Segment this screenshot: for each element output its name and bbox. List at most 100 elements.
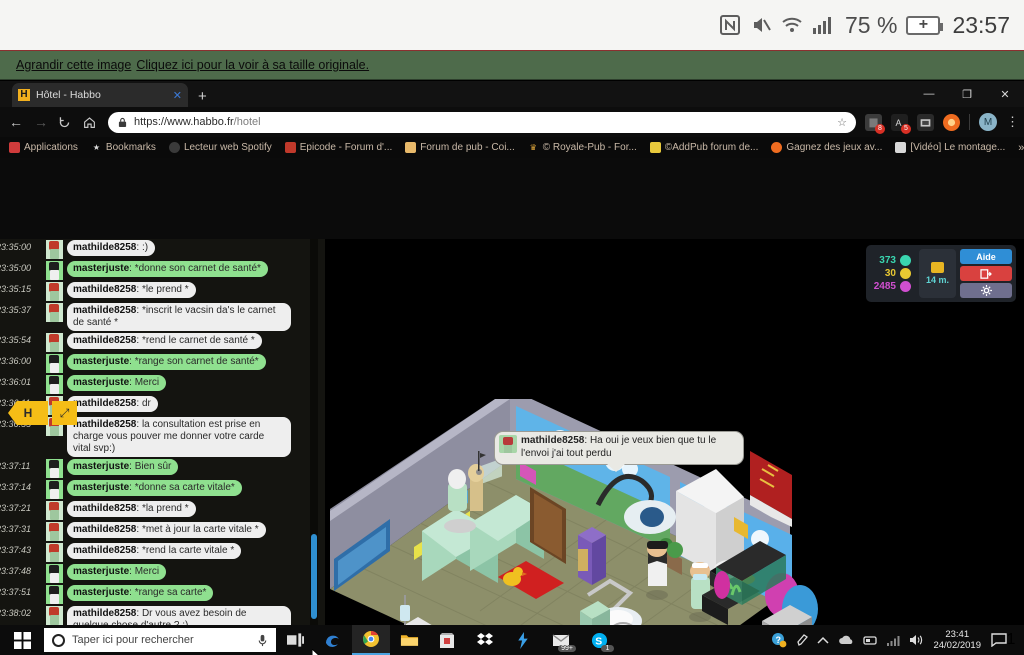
chat-message: *le prend *	[141, 284, 189, 295]
address-bar[interactable]: https://www.habbo.fr/hotel ☆	[108, 111, 856, 133]
ext-grammar-icon[interactable]: A 5	[891, 113, 911, 134]
action-center-icon[interactable]: 1	[990, 625, 1016, 655]
browser-tab-habbo[interactable]: H Hôtel - Habbo ✕	[12, 83, 188, 107]
close-tab-button[interactable]: ✕	[173, 89, 182, 102]
chevron-up-icon[interactable]	[817, 636, 829, 645]
forward-icon[interactable]: →	[33, 114, 49, 130]
chat-scrollbar[interactable]	[310, 239, 318, 655]
maximize-button[interactable]: ❐	[948, 81, 986, 107]
currency-credits[interactable]: 30	[874, 268, 911, 279]
chat-timestamp: 23:38:02	[0, 608, 32, 618]
skype-icon[interactable]: S 1	[580, 625, 618, 655]
windows-taskbar: Taper ici pour rechercher 99+ S 1 ? 23:4…	[0, 625, 1024, 655]
chat-log-panel[interactable]: 23:35:00 mathilde8258: :) 23:35:00 masterju…	[0, 239, 325, 655]
pen-tray-icon[interactable]	[796, 633, 809, 647]
chat-log-row[interactable]: 23:35:00 mathilde8258: :)	[0, 239, 325, 260]
chat-log-row[interactable]: 23:37:21 mathilde8258: *la prend *	[0, 500, 325, 521]
reload-icon[interactable]	[58, 116, 74, 129]
bookmark-item[interactable]: ©AddPub forum de...	[649, 142, 759, 153]
taskbar-search-box[interactable]: Taper ici pour rechercher	[44, 628, 276, 652]
new-tab-button[interactable]: +	[198, 88, 207, 105]
chat-log-row[interactable]: 23:35:37 mathilde8258: *inscrit le vacsin…	[0, 302, 325, 332]
ext-capture-icon[interactable]	[917, 113, 934, 131]
enlarge-image-link[interactable]: Agrandir cette image	[16, 58, 131, 72]
chat-log-row[interactable]: 23:36:00 masterjuste: *range son carnet d…	[0, 353, 325, 374]
bookmark-label: © Royale-Pub - For...	[542, 142, 637, 153]
usb-icon[interactable]	[863, 635, 878, 646]
chat-log-row[interactable]: 23:37:11 masterjuste: Bien sûr	[0, 458, 325, 479]
network-icon[interactable]	[887, 635, 900, 646]
microphone-icon[interactable]	[257, 634, 268, 647]
volume-icon[interactable]	[909, 634, 924, 646]
chrome-menu-icon[interactable]: ⋮	[1006, 114, 1019, 130]
chat-message: Merci	[134, 566, 160, 577]
chat-scrollbar-thumb[interactable]	[311, 534, 317, 619]
dropbox-icon[interactable]	[466, 625, 504, 655]
bookmarks-overflow-button[interactable]: »	[1018, 142, 1024, 154]
bookmark-label: ©AddPub forum de...	[664, 142, 759, 153]
back-icon[interactable]: ←	[8, 114, 24, 130]
chat-bubble: masterjuste: Bien sûr	[67, 459, 179, 475]
ext-orange-icon[interactable]	[943, 113, 960, 131]
chat-avatar-icon	[46, 303, 63, 322]
ext-adblock-icon[interactable]: 8	[865, 113, 885, 134]
habbo-club-badge[interactable]: 14 m.	[918, 249, 956, 298]
chat-log-row[interactable]: 23:35:54 mathilde8258: *rend le carnet de…	[0, 332, 325, 353]
chat-log-row[interactable]: 23:37:51 masterjuste: *range sa carte*	[0, 584, 325, 605]
circle-icon	[168, 142, 180, 153]
bookmark-item[interactable]: Applications	[9, 142, 78, 153]
duckets-value: 2485	[873, 281, 896, 292]
chat-bubble: mathilde8258: *rend le carnet de santé *	[67, 333, 262, 349]
help-tray-icon[interactable]: ?	[771, 632, 787, 648]
bookmark-item[interactable]: Forum de pub - Coi...	[405, 142, 515, 153]
bookmark-item[interactable]: [Vidéo] Le montage...	[895, 142, 1005, 153]
android-clock: 23:57	[952, 11, 1010, 38]
chat-username: mathilde8258	[73, 242, 137, 253]
chat-bubble: mathilde8258: *la prend *	[67, 501, 196, 517]
bookmark-star-icon[interactable]: ☆	[837, 116, 847, 129]
expand-chat-button[interactable]: ⤢	[52, 401, 77, 425]
bookmark-item[interactable]: ♛ © Royale-Pub - For...	[528, 142, 637, 153]
profile-avatar[interactable]: M	[979, 113, 997, 131]
onedrive-icon[interactable]	[838, 635, 854, 646]
taskbar-clock[interactable]: 23:41 24/02/2019	[933, 629, 981, 651]
mail-badge: 99+	[558, 645, 576, 652]
chat-log-row[interactable]: 23:37:14 masterjuste: *donne sa carte vit…	[0, 479, 325, 500]
skype-badge: 1	[601, 645, 614, 652]
chat-log-row[interactable]: 23:35:15 mathilde8258: *le prend *	[0, 281, 325, 302]
omnibox-row: ← → https://www.habbo.fr/hotel ☆ 8 A 5 M…	[0, 107, 1024, 137]
logout-button[interactable]	[960, 266, 1012, 281]
grid-icon	[9, 142, 20, 153]
chat-log-row[interactable]: 23:35:00 masterjuste: *donne son carnet d…	[0, 260, 325, 281]
close-window-button[interactable]: ✕	[986, 81, 1024, 107]
chat-message: :)	[141, 242, 149, 253]
chat-log-row[interactable]: 23:37:31 mathilde8258: *met à jour la car…	[0, 521, 325, 542]
start-icon[interactable]	[0, 625, 44, 655]
document-icon	[895, 142, 907, 153]
chat-log-row[interactable]: 23:36:01 masterjuste: Merci	[0, 374, 325, 395]
bookmark-item[interactable]: ★ Bookmarks	[91, 142, 156, 153]
file-explorer-icon[interactable]	[390, 625, 428, 655]
bookmark-item[interactable]: Lecteur web Spotify	[168, 142, 272, 153]
store-icon[interactable]	[428, 625, 466, 655]
thunderbird-icon[interactable]	[504, 625, 542, 655]
chat-log-row[interactable]: 23:37:43 mathilde8258: *rend la carte vit…	[0, 542, 325, 563]
chat-timestamp: 23:35:15	[0, 284, 32, 294]
mail-icon[interactable]: 99+	[542, 625, 580, 655]
chat-username: mathilde8258	[73, 608, 137, 619]
original-size-link[interactable]: Cliquez ici pour la voir à sa taille ori…	[136, 58, 369, 72]
home-icon[interactable]	[83, 116, 99, 129]
room-info-button[interactable]: H	[8, 401, 48, 425]
currency-duckets[interactable]: 2485	[874, 281, 911, 292]
bookmark-item[interactable]: Epicode - Forum d'...	[284, 142, 392, 153]
help-button[interactable]: Aide	[960, 249, 1012, 264]
chrome-icon[interactable]	[352, 625, 390, 655]
minimize-button[interactable]: —	[910, 81, 948, 107]
currency-diamonds[interactable]: 373	[874, 255, 911, 266]
task-view-icon[interactable]	[276, 625, 314, 655]
chat-log-row[interactable]: 23:37:48 masterjuste: Merci	[0, 563, 325, 584]
bookmark-item[interactable]: Gagnez des jeux av...	[771, 142, 882, 153]
wifi-icon	[781, 14, 803, 36]
settings-button[interactable]	[960, 283, 1012, 298]
chat-avatar-icon	[46, 459, 63, 478]
